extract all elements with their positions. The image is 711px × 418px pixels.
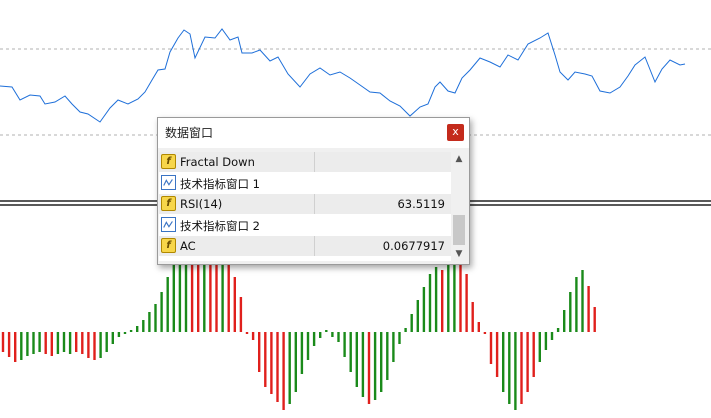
indicator-window-icon xyxy=(161,217,176,232)
ac-icon: f xyxy=(161,238,176,253)
list-item[interactable]: f Fractal Down xyxy=(159,152,451,172)
list-item[interactable]: f AC 0.0677917 xyxy=(159,236,451,256)
data-window-list: f Fractal Down 技术指标窗口 1 f RSI(14) 63.511… xyxy=(159,152,451,261)
data-window[interactable]: 数据窗口 x f Fractal Down 技术指标窗口 1 f RSI(14)… xyxy=(157,117,470,265)
item-value: 0.0677917 xyxy=(382,239,445,253)
vertical-scrollbar[interactable]: ▲ ▼ xyxy=(452,152,466,261)
fractal-icon: f xyxy=(161,154,176,169)
item-name: 技术指标窗口 2 xyxy=(180,219,260,233)
item-value: 63.5119 xyxy=(397,197,445,211)
close-button[interactable]: x xyxy=(447,124,464,141)
list-item[interactable]: 技术指标窗口 2 xyxy=(159,215,451,235)
list-item[interactable]: 技术指标窗口 1 xyxy=(159,173,451,193)
column-divider xyxy=(314,194,315,214)
item-name: 技术指标窗口 1 xyxy=(180,177,260,191)
data-window-title: 数据窗口 xyxy=(165,126,214,140)
item-name: RSI(14) xyxy=(180,197,223,211)
list-item[interactable]: f RSI(14) 63.5119 xyxy=(159,194,451,214)
scroll-up-icon[interactable]: ▲ xyxy=(452,152,466,166)
column-divider xyxy=(314,152,315,172)
rsi-line xyxy=(0,28,686,123)
data-window-titlebar[interactable]: 数据窗口 x xyxy=(158,118,469,148)
scroll-thumb[interactable] xyxy=(453,215,465,245)
item-name: AC xyxy=(180,239,196,253)
item-name: Fractal Down xyxy=(180,155,255,169)
indicator-window-icon xyxy=(161,175,176,190)
column-divider xyxy=(314,236,315,256)
scroll-down-icon[interactable]: ▼ xyxy=(452,247,466,261)
rsi-icon: f xyxy=(161,196,176,211)
ac-histogram xyxy=(1,254,596,410)
